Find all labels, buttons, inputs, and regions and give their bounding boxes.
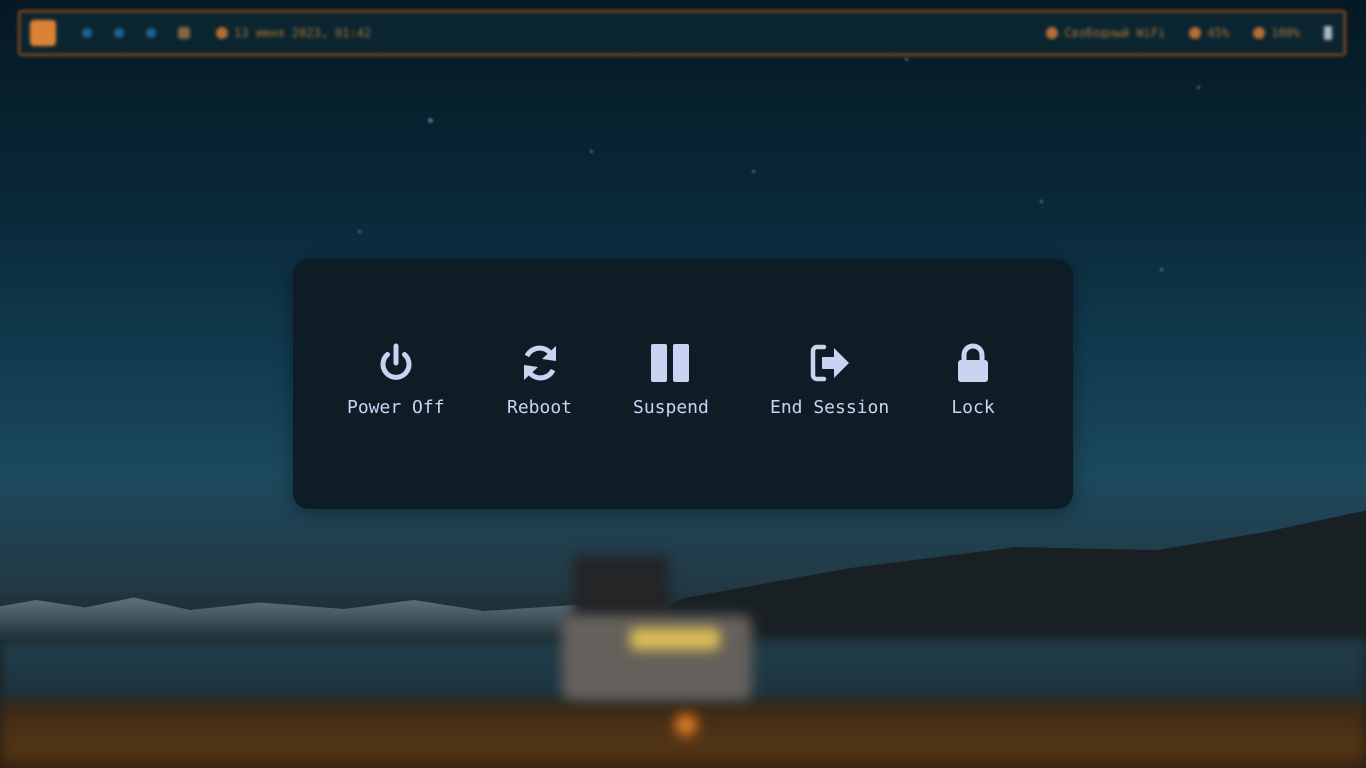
reboot-button[interactable]: Reboot (507, 341, 572, 418)
reboot-label: Reboot (507, 397, 573, 418)
lock-label: Lock (951, 397, 995, 418)
end-session-label: End Session (770, 397, 890, 418)
end-session-button[interactable]: End Session (770, 341, 889, 418)
suspend-label: Suspend (633, 397, 709, 418)
suspend-button[interactable]: Suspend (633, 341, 709, 418)
pause-icon (649, 341, 693, 385)
power-off-label: Power Off (347, 397, 445, 418)
lock-icon (951, 341, 995, 385)
desktop: 13 июня 2023, 01:42 Свободный WiFi 45% 1… (0, 0, 1366, 768)
reboot-icon (518, 341, 562, 385)
power-icon (374, 341, 418, 385)
lock-button[interactable]: Lock (951, 341, 995, 418)
logout-icon (808, 341, 852, 385)
power-menu: Power Off Reboot Suspend End Session Loc… (293, 259, 1073, 509)
power-off-button[interactable]: Power Off (347, 341, 445, 418)
